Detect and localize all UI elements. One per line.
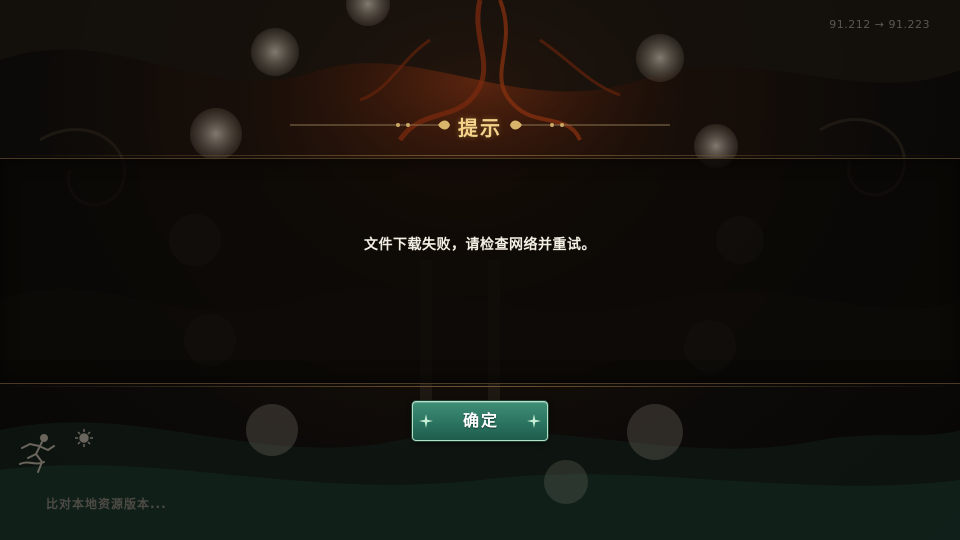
sparkle-icon [527, 414, 541, 428]
loading-status-text: 比对本地资源版本... [46, 497, 167, 511]
confirm-button[interactable]: 确定 [412, 401, 548, 441]
version-label: 91.212 → 91.223 [829, 18, 930, 31]
sun-icon [75, 429, 93, 447]
dialog-title: 提示 [458, 116, 502, 140]
game-screen: 91.212 → 91.223 提示 文件下载失败，请检查网络并重试。 确定 比… [0, 0, 960, 540]
dialog-message: 文件下载失败，请检查网络并重试。 [364, 237, 596, 253]
dialog-header: 提示 [280, 108, 680, 142]
running-figure-icon [19, 429, 93, 473]
dialog-panel [0, 155, 960, 387]
